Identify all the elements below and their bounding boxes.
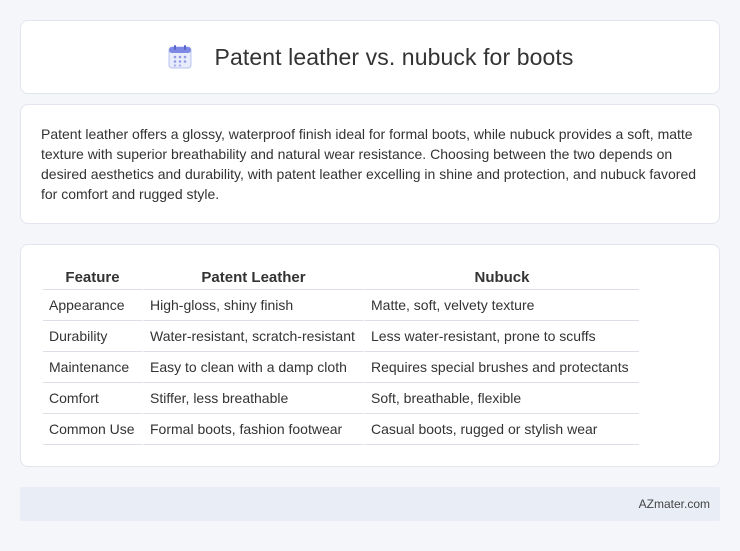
table-cell-nubuck: Soft, breathable, flexible xyxy=(363,383,639,414)
table-cell-patent: Formal boots, fashion footwear xyxy=(142,414,363,445)
table-header-row: Feature Patent Leather Nubuck xyxy=(43,265,639,290)
table-cell-patent: Stiffer, less breathable xyxy=(142,383,363,414)
table-cell-feature: Common Use xyxy=(43,414,142,445)
table-cell-nubuck: Requires special brushes and protectants xyxy=(363,352,639,383)
summary-card: Patent leather offers a glossy, waterpro… xyxy=(20,104,720,224)
calendar-icon xyxy=(167,44,193,70)
table-row: Maintenance Easy to clean with a damp cl… xyxy=(43,352,639,383)
table-cell-feature: Appearance xyxy=(43,290,142,321)
table-cell-patent: Easy to clean with a damp cloth xyxy=(142,352,363,383)
table-cell-feature: Maintenance xyxy=(43,352,142,383)
table-cell-feature: Durability xyxy=(43,321,142,352)
comparison-card: Feature Patent Leather Nubuck Appearance… xyxy=(20,244,720,467)
header-nubuck: Nubuck xyxy=(363,265,639,290)
table-cell-patent: Water-resistant, scratch-resistant xyxy=(142,321,363,352)
table-cell-feature: Comfort xyxy=(43,383,142,414)
table-cell-nubuck: Less water-resistant, prone to scuffs xyxy=(363,321,639,352)
footer-site-name: AZmater.com xyxy=(639,497,710,511)
header-feature: Feature xyxy=(43,265,142,290)
footer: AZmater.com xyxy=(20,487,720,521)
summary-paragraph: Patent leather offers a glossy, waterpro… xyxy=(41,124,699,204)
comparison-table: Feature Patent Leather Nubuck Appearance… xyxy=(43,265,639,445)
title-card: Patent leather vs. nubuck for boots xyxy=(20,20,720,94)
table-row: Common Use Formal boots, fashion footwea… xyxy=(43,414,639,445)
table-row: Appearance High-gloss, shiny finish Matt… xyxy=(43,290,639,321)
header-patent-leather: Patent Leather xyxy=(142,265,363,290)
table-cell-patent: High-gloss, shiny finish xyxy=(142,290,363,321)
table-row: Comfort Stiffer, less breathable Soft, b… xyxy=(43,383,639,414)
table-row: Durability Water-resistant, scratch-resi… xyxy=(43,321,639,352)
page-title: Patent leather vs. nubuck for boots xyxy=(215,44,574,71)
table-cell-nubuck: Matte, soft, velvety texture xyxy=(363,290,639,321)
table-cell-nubuck: Casual boots, rugged or stylish wear xyxy=(363,414,639,445)
